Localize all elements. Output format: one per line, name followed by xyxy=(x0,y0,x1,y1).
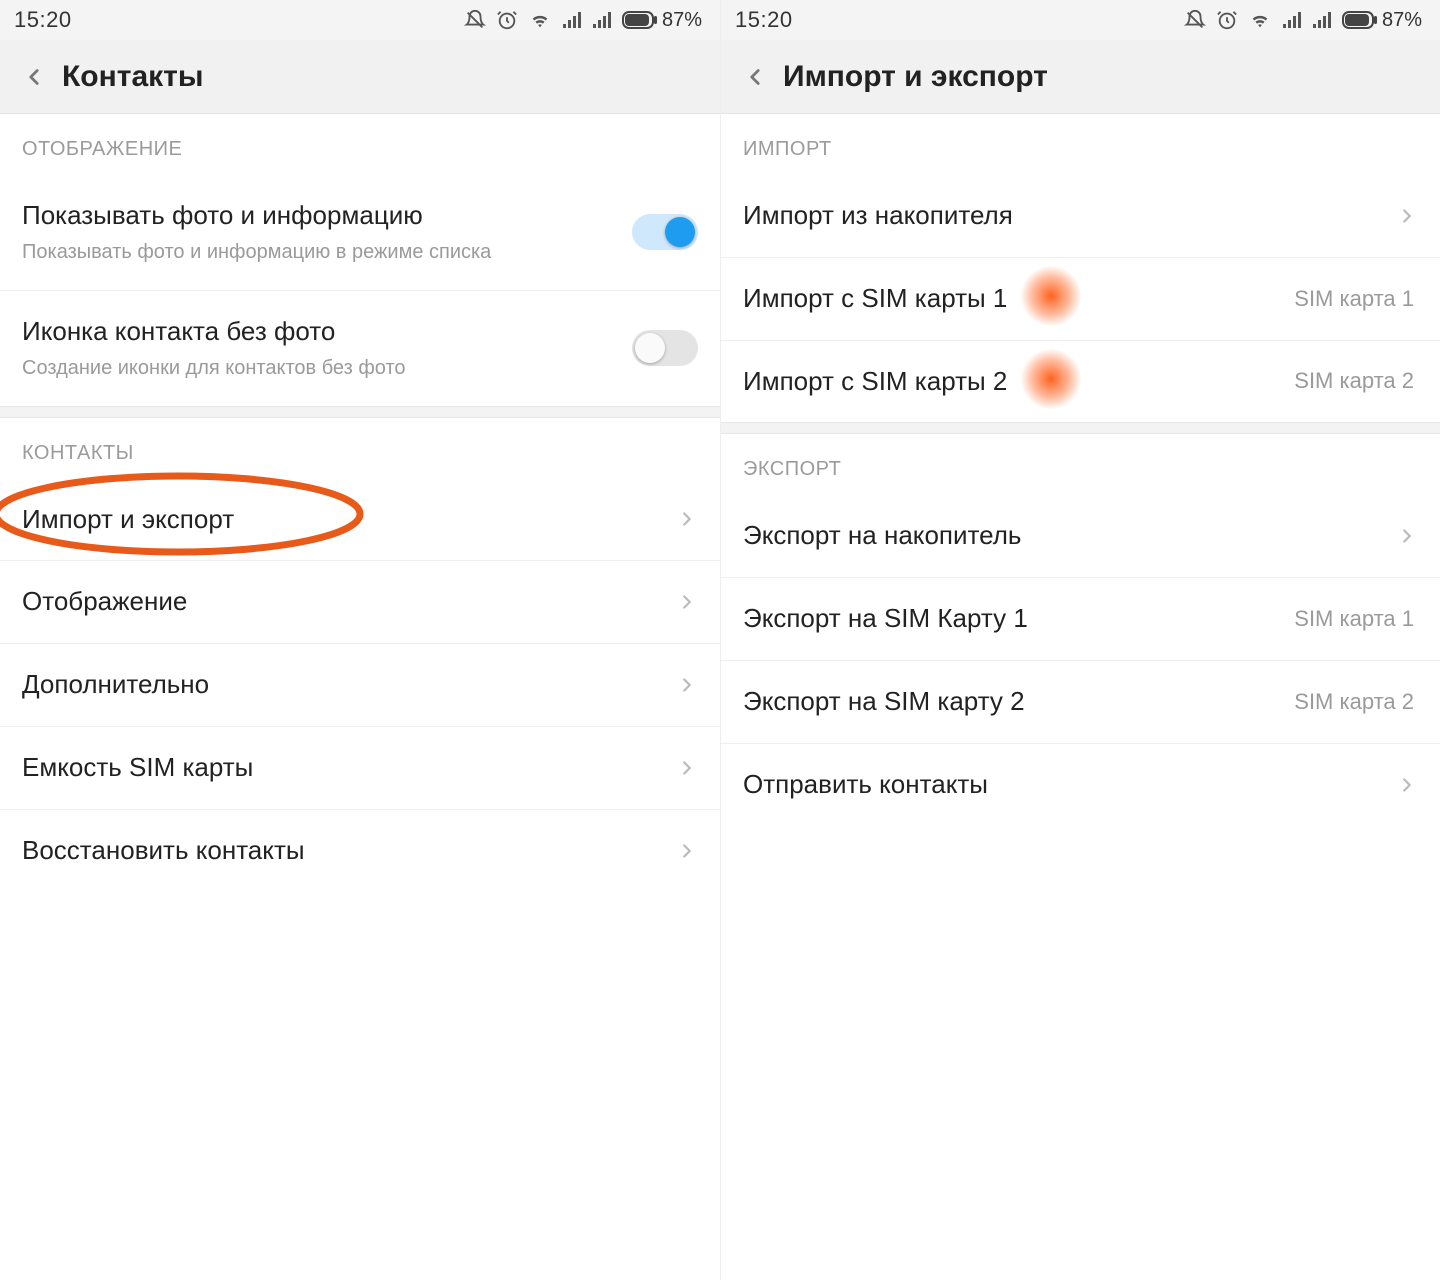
chevron-right-icon xyxy=(676,674,698,696)
row-send-contacts[interactable]: Отправить контакты xyxy=(721,743,1440,826)
chevron-right-icon xyxy=(1396,774,1418,796)
content: ИМПОРТ Импорт из накопителя Импорт с SIM… xyxy=(721,114,1440,1280)
row-title: Отображение xyxy=(22,585,668,619)
row-subtitle: Создание иконки для контактов без фото xyxy=(22,355,632,382)
chevron-right-icon xyxy=(676,591,698,613)
status-time: 15:20 xyxy=(14,7,72,33)
row-import-sim1[interactable]: Импорт с SIM карты 1 SIM карта 1 xyxy=(721,257,1440,340)
back-button[interactable] xyxy=(733,55,777,99)
status-bar: 15:20 87% xyxy=(721,0,1440,40)
row-sim-capacity[interactable]: Емкость SIM карты xyxy=(0,726,720,809)
row-title: Иконка контакта без фото xyxy=(22,315,632,349)
row-value: SIM карта 1 xyxy=(1294,606,1414,632)
wifi-icon xyxy=(528,9,552,31)
chevron-right-icon xyxy=(1396,205,1418,227)
row-value: SIM карта 1 xyxy=(1294,286,1414,312)
chevron-right-icon xyxy=(676,508,698,530)
section-header-contacts: КОНТАКТЫ xyxy=(0,418,720,479)
row-contact-icon-no-photo[interactable]: Иконка контакта без фото Создание иконки… xyxy=(0,290,720,406)
alarm-icon xyxy=(1216,9,1238,31)
row-title: Дополнительно xyxy=(22,668,668,702)
row-export-sim2[interactable]: Экспорт на SIM карту 2 SIM карта 2 xyxy=(721,660,1440,743)
wifi-icon xyxy=(1248,9,1272,31)
row-title: Восстановить контакты xyxy=(22,834,668,868)
chevron-right-icon xyxy=(676,840,698,862)
status-time: 15:20 xyxy=(735,7,793,33)
row-import-storage[interactable]: Импорт из накопителя xyxy=(721,175,1440,257)
status-icons: 87% xyxy=(464,9,702,32)
notifications-off-icon xyxy=(464,9,486,31)
row-restore-contacts[interactable]: Восстановить контакты xyxy=(0,809,720,892)
row-export-storage[interactable]: Экспорт на накопитель xyxy=(721,495,1440,577)
battery-indicator: 87% xyxy=(622,9,702,32)
status-bar: 15:20 87% xyxy=(0,0,720,40)
header: Контакты xyxy=(0,40,720,114)
row-title: Импорт с SIM карты 1 xyxy=(743,282,1294,316)
section-header-display: ОТОБРАЖЕНИЕ xyxy=(0,114,720,175)
row-title: Импорт с SIM карты 2 xyxy=(743,365,1294,399)
row-display[interactable]: Отображение xyxy=(0,560,720,643)
content: ОТОБРАЖЕНИЕ Показывать фото и информацию… xyxy=(0,114,720,1280)
signal-2-icon xyxy=(592,10,612,30)
row-title: Показывать фото и информацию xyxy=(22,199,632,233)
toggle-show-photo[interactable] xyxy=(632,214,698,250)
screen-import-export: 15:20 87% Импорт xyxy=(720,0,1440,1280)
chevron-left-icon xyxy=(21,64,47,90)
battery-percent: 87% xyxy=(1382,9,1422,32)
row-title: Импорт и экспорт xyxy=(22,503,668,537)
alarm-icon xyxy=(496,9,518,31)
toggle-contact-icon[interactable] xyxy=(632,330,698,366)
signal-1-icon xyxy=(1282,10,1302,30)
section-divider xyxy=(0,406,720,418)
chevron-left-icon xyxy=(742,64,768,90)
row-import-export[interactable]: Импорт и экспорт xyxy=(0,479,720,561)
row-value: SIM карта 2 xyxy=(1294,689,1414,715)
page-title: Импорт и экспорт xyxy=(783,60,1048,94)
row-show-photo-info[interactable]: Показывать фото и информацию Показывать … xyxy=(0,175,720,290)
row-title: Экспорт на накопитель xyxy=(743,519,1388,553)
signal-2-icon xyxy=(1312,10,1332,30)
section-header-import: ИМПОРТ xyxy=(721,114,1440,175)
page-title: Контакты xyxy=(62,60,203,94)
row-title: Емкость SIM карты xyxy=(22,751,668,785)
row-title: Экспорт на SIM Карту 1 xyxy=(743,602,1294,636)
row-export-sim1[interactable]: Экспорт на SIM Карту 1 SIM карта 1 xyxy=(721,577,1440,660)
row-more[interactable]: Дополнительно xyxy=(0,643,720,726)
chevron-right-icon xyxy=(1396,525,1418,547)
status-icons: 87% xyxy=(1184,9,1422,32)
row-title: Экспорт на SIM карту 2 xyxy=(743,685,1294,719)
header: Импорт и экспорт xyxy=(721,40,1440,114)
row-title: Отправить контакты xyxy=(743,768,1388,802)
signal-1-icon xyxy=(562,10,582,30)
screen-contacts-settings: 15:20 87% Контак xyxy=(0,0,720,1280)
back-button[interactable] xyxy=(12,55,56,99)
battery-percent: 87% xyxy=(662,9,702,32)
battery-indicator: 87% xyxy=(1342,9,1422,32)
chevron-right-icon xyxy=(676,757,698,779)
row-subtitle: Показывать фото и информацию в режиме сп… xyxy=(22,239,632,266)
row-value: SIM карта 2 xyxy=(1294,368,1414,394)
notifications-off-icon xyxy=(1184,9,1206,31)
row-title: Импорт из накопителя xyxy=(743,199,1388,233)
section-header-export: ЭКСПОРТ xyxy=(721,434,1440,495)
section-divider xyxy=(721,422,1440,434)
row-import-sim2[interactable]: Импорт с SIM карты 2 SIM карта 2 xyxy=(721,340,1440,423)
